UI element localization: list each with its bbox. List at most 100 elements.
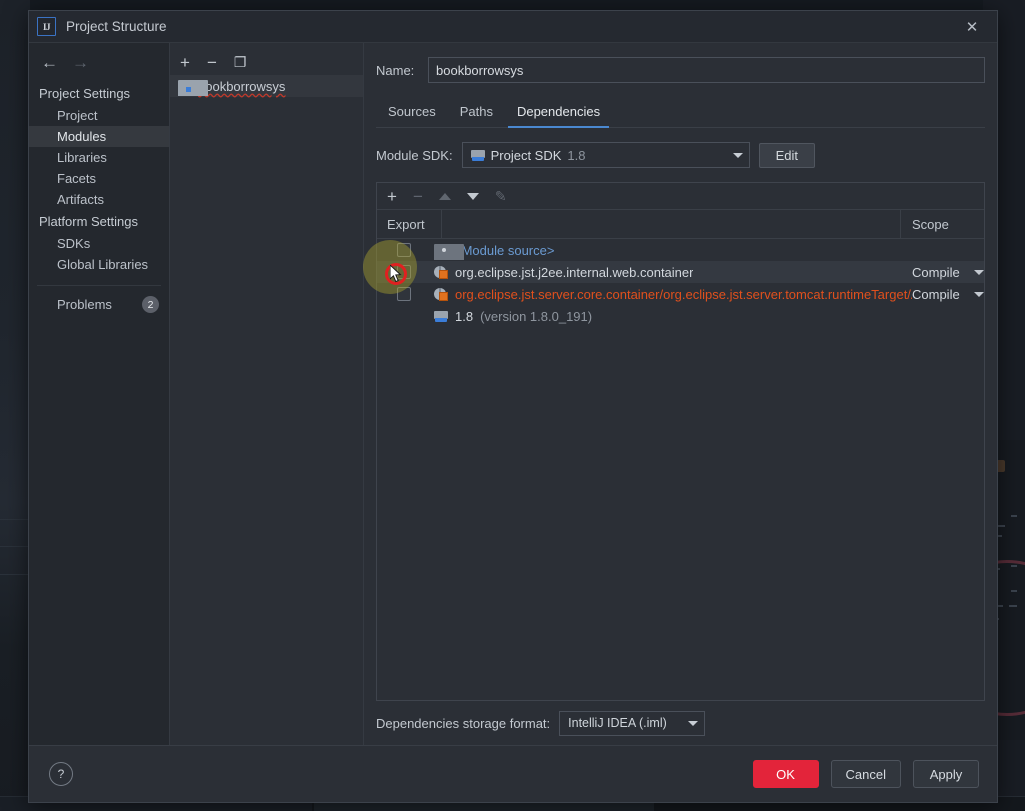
module-list-pane: + − ❐ bookborrowsys — [170, 43, 364, 745]
export-checkbox[interactable] — [397, 265, 411, 279]
library-icon — [434, 287, 448, 301]
dependencies-table-body: <Module source> org.eclipse.jst.j2ee.int… — [363, 239, 984, 700]
dependency-name: <Module source> — [454, 242, 555, 258]
storage-format-label: Dependencies storage format: — [376, 715, 551, 731]
sdk-folder-icon — [470, 149, 485, 161]
sidebar-item-libraries[interactable]: Libraries — [29, 147, 169, 168]
storage-format-dropdown[interactable]: IntelliJ IDEA (.iml) — [559, 710, 706, 736]
storage-format-value: IntelliJ IDEA (.iml) — [568, 716, 667, 730]
sidebar-item-project[interactable]: Project — [29, 105, 169, 126]
dependencies-table-container: + − ✎ Export Scope <Module source> org.e… — [363, 182, 985, 701]
background-left-panel — [0, 0, 30, 811]
module-source-icon — [434, 244, 464, 260]
sidebar-divider — [37, 285, 161, 286]
dependency-version: (version 1.8.0_191) — [480, 308, 593, 324]
export-checkbox-cell[interactable] — [377, 243, 431, 257]
move-down-icon[interactable] — [466, 192, 479, 200]
settings-tree: Project Settings Project Modules Librari… — [29, 76, 169, 745]
add-module-button[interactable]: + — [180, 54, 190, 71]
forward-arrow-icon[interactable]: → — [72, 54, 89, 71]
module-folder-icon — [178, 80, 208, 96]
storage-format-row: Dependencies storage format: IntelliJ ID… — [376, 701, 985, 745]
sidebar-item-modules[interactable]: Modules — [29, 126, 169, 147]
back-arrow-icon[interactable]: ← — [41, 54, 58, 71]
module-sdk-row: Module SDK: Project SDK 1.8 Edit — [376, 142, 985, 168]
module-sdk-dropdown[interactable]: Project SDK 1.8 — [461, 142, 750, 168]
export-checkbox-cell[interactable] — [377, 287, 431, 301]
group-platform-settings: Platform Settings — [39, 214, 138, 229]
dependency-name-cell: org.eclipse.jst.server.core.container/or… — [431, 287, 912, 302]
module-sdk-label: Module SDK: — [376, 147, 453, 163]
move-up-icon[interactable] — [438, 192, 451, 200]
module-name-label: bookborrowsys — [198, 78, 286, 94]
chevron-down-icon — [973, 291, 984, 297]
sidebar-item-sdks[interactable]: SDKs — [29, 233, 169, 254]
scope-cell[interactable]: Compile — [912, 265, 984, 280]
library-icon — [434, 265, 448, 279]
dependencies-toolbar: + − ✎ — [377, 183, 984, 210]
dependency-name: 1.8 — [455, 308, 474, 324]
cancel-button[interactable]: Cancel — [830, 760, 901, 788]
table-row[interactable]: 1.8 (version 1.8.0_191) — [377, 305, 984, 327]
help-icon[interactable]: ? — [49, 762, 73, 786]
apply-button[interactable]: Apply — [913, 760, 979, 788]
problems-count-badge: 2 — [142, 296, 159, 313]
remove-dependency-button[interactable]: − — [413, 188, 423, 205]
settings-sidebar: ← → Project Settings Project Modules Lib… — [29, 43, 170, 745]
table-row[interactable]: org.eclipse.jst.server.core.container/or… — [377, 283, 984, 305]
module-list-item-bookborrowsys[interactable]: bookborrowsys — [170, 75, 363, 97]
export-checkbox[interactable] — [397, 287, 411, 301]
module-tabs: Sources Paths Dependencies — [376, 99, 985, 128]
sidebar-nav-arrows: ← → — [29, 43, 169, 76]
dependency-name: org.eclipse.jst.server.core.container/or… — [455, 286, 912, 302]
tab-dependencies[interactable]: Dependencies — [505, 99, 612, 128]
intellij-idea-logo-icon: IJ — [37, 17, 56, 36]
module-sdk-value: Project SDK — [490, 147, 562, 163]
export-checkbox[interactable] — [397, 243, 411, 257]
table-row[interactable]: <Module source> — [377, 239, 984, 261]
scope-cell[interactable]: Compile — [912, 287, 984, 302]
table-row[interactable]: org.eclipse.jst.j2ee.internal.web.contai… — [377, 261, 984, 283]
close-icon[interactable]: ✕ — [953, 12, 991, 42]
dialog-titlebar: IJ Project Structure ✕ — [29, 11, 997, 43]
add-dependency-button[interactable]: + — [387, 188, 397, 205]
module-sdk-version: 1.8 — [567, 147, 586, 163]
dialog-title: Project Structure — [66, 19, 167, 34]
module-name-input[interactable] — [428, 57, 985, 83]
edit-dependency-icon[interactable]: ✎ — [495, 189, 507, 203]
edit-sdk-button[interactable]: Edit — [758, 142, 815, 168]
tab-sources[interactable]: Sources — [376, 99, 448, 127]
remove-module-button[interactable]: − — [207, 54, 217, 71]
footer-buttons: OK Cancel Apply — [752, 760, 979, 788]
chevron-down-icon — [688, 720, 699, 726]
project-structure-dialog: IJ Project Structure ✕ ← → Project Setti… — [28, 10, 998, 803]
group-project-settings: Project Settings — [39, 86, 131, 101]
chevron-down-icon — [732, 152, 743, 158]
dependency-name: org.eclipse.jst.j2ee.internal.web.contai… — [455, 264, 694, 280]
column-header-export: Export — [377, 210, 442, 238]
export-checkbox-cell[interactable] — [377, 265, 431, 279]
name-label: Name: — [376, 62, 415, 78]
module-toolbar: + − ❐ — [170, 43, 363, 75]
sidebar-item-artifacts[interactable]: Artifacts — [29, 189, 169, 210]
sdk-icon — [434, 310, 448, 322]
dependency-name-cell: <Module source> — [431, 242, 912, 260]
dialog-body: ← → Project Settings Project Modules Lib… — [29, 43, 997, 745]
module-name-row: Name: — [376, 57, 985, 83]
ok-button[interactable]: OK — [752, 760, 819, 788]
scope-value: Compile — [912, 286, 960, 302]
column-header-scope: Scope — [912, 216, 949, 232]
sidebar-item-global-libraries[interactable]: Global Libraries — [29, 254, 169, 275]
dependency-name-cell: 1.8 (version 1.8.0_191) — [431, 309, 912, 324]
chevron-down-icon — [973, 269, 984, 275]
scope-value: Compile — [912, 264, 960, 280]
column-header-name — [442, 210, 901, 238]
sidebar-item-facets[interactable]: Facets — [29, 168, 169, 189]
tab-paths[interactable]: Paths — [448, 99, 505, 127]
dialog-footer: ? OK Cancel Apply — [29, 745, 997, 802]
sidebar-item-problems[interactable]: Problems 2 — [29, 294, 169, 315]
module-detail-pane: Name: Sources Paths Dependencies Module … — [363, 43, 997, 745]
dependency-name-cell: org.eclipse.jst.j2ee.internal.web.contai… — [431, 265, 912, 280]
problems-label: Problems — [57, 297, 112, 312]
copy-module-button[interactable]: ❐ — [234, 55, 247, 69]
